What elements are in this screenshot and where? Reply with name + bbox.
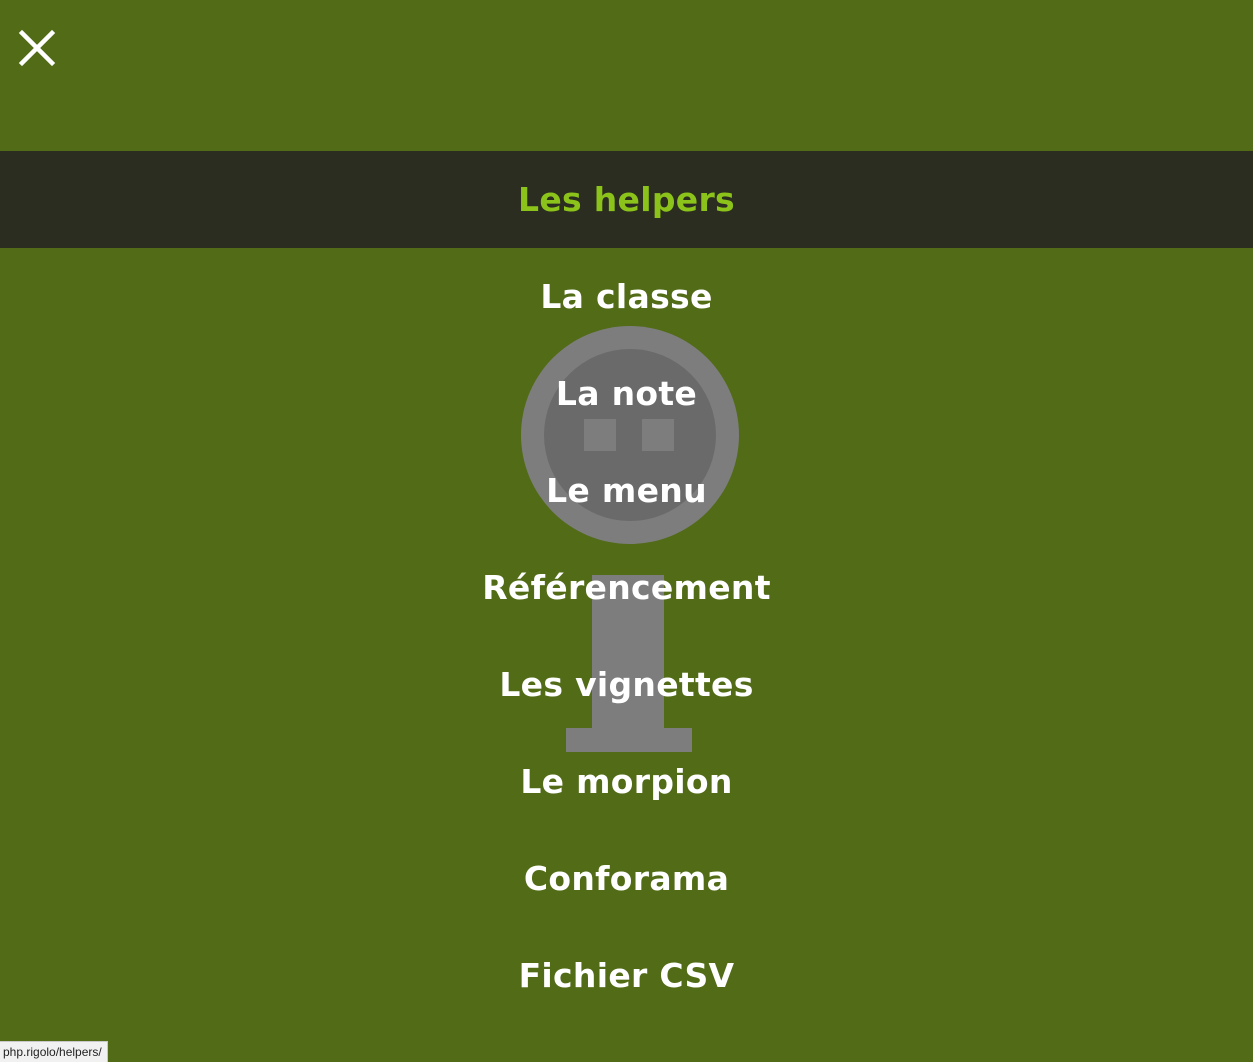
menu-item-referencement[interactable]: Référencement	[0, 539, 1253, 636]
menu-item-les-vignettes[interactable]: Les vignettes	[0, 636, 1253, 733]
menu-item-la-classe[interactable]: La classe	[0, 248, 1253, 345]
menu-item-le-morpion[interactable]: Le morpion	[0, 733, 1253, 830]
link-status-bar: php.rigolo/helpers/	[0, 1041, 108, 1062]
close-icon	[18, 29, 56, 67]
menu-item-fichier-csv[interactable]: Fichier CSV	[0, 927, 1253, 1024]
menu-item-les-helpers[interactable]: Les helpers	[0, 151, 1253, 248]
menu-item-la-note[interactable]: La note	[0, 345, 1253, 442]
close-button[interactable]	[17, 28, 57, 68]
menu-item-conforama[interactable]: Conforama	[0, 830, 1253, 927]
menu-overlay: Les helpers La classe La note Le menu Ré…	[0, 0, 1253, 1062]
menu-item-le-menu[interactable]: Le menu	[0, 442, 1253, 539]
main-menu: Les helpers La classe La note Le menu Ré…	[0, 151, 1253, 1024]
